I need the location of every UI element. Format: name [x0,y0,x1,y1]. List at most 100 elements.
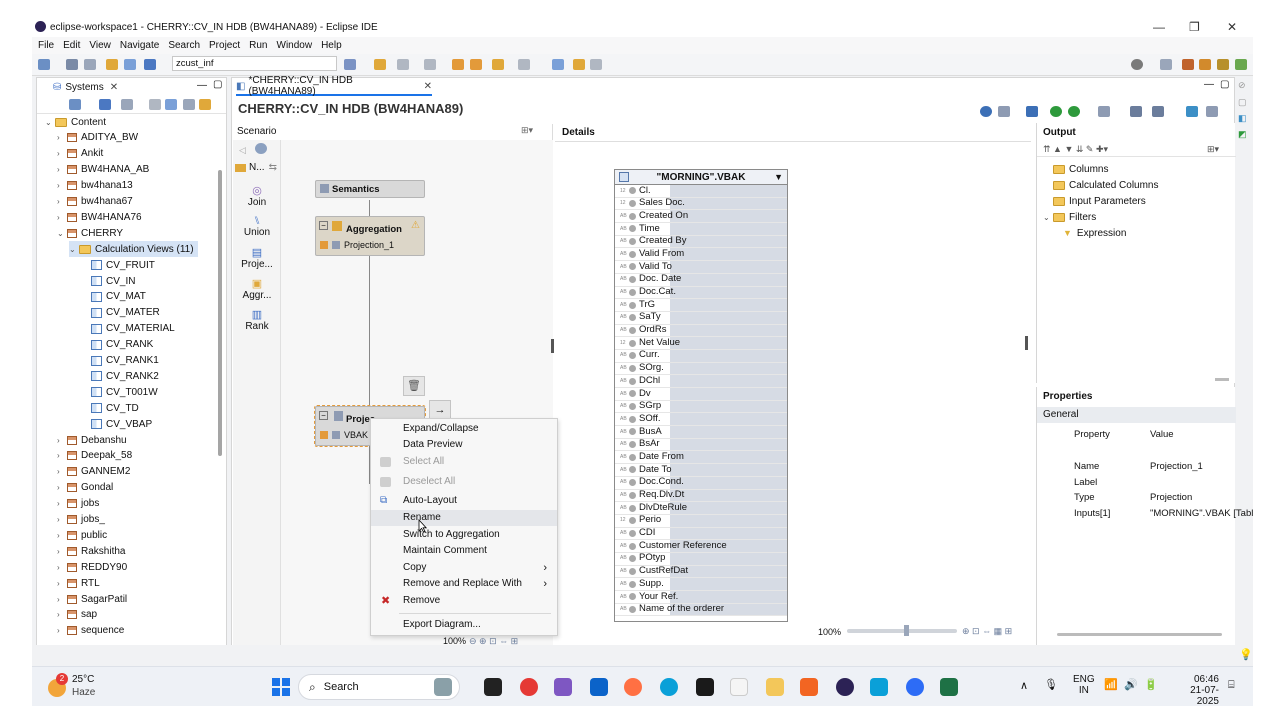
table-column-row[interactable]: 12 Net Value [615,337,787,350]
table-column-row[interactable]: AB Date From [615,451,787,465]
aggregation-node[interactable]: − Aggregation ⚠ Projection_1 [315,216,425,256]
column-toggle-icon[interactable] [629,276,636,284]
palette-back-icon[interactable]: ◁ [239,145,246,156]
close-tab-icon[interactable]: ✕ [110,82,118,93]
chart-icon[interactable] [998,106,1010,117]
minimize-button[interactable]: — [1153,20,1165,34]
column-toggle-icon[interactable] [629,364,636,372]
perspective-java-icon[interactable] [1217,59,1229,70]
tree-item[interactable]: ⌄ CHERRY [57,225,123,241]
perspective-modeler-icon[interactable] [1182,59,1194,70]
table-column-row[interactable]: AB Doc. Date [615,273,787,287]
palette-projection[interactable]: ▤ Proje... [234,246,280,270]
context-menu-item[interactable]: Remove ✖ [371,593,557,609]
column-toggle-icon[interactable] [629,263,636,271]
column-toggle-icon[interactable] [629,377,636,385]
layout-icon[interactable] [149,99,161,110]
tree-item[interactable]: CV_MATER [81,305,160,321]
editor-minimize-icon[interactable]: — [1204,79,1214,90]
column-toggle-icon[interactable] [629,517,636,525]
output-item[interactable]: ⌄ Filters [1043,209,1096,225]
globe-icon[interactable] [980,106,992,117]
clock[interactable]: 06:46 21-07-2025 [1171,674,1219,707]
tree-item[interactable]: › BW4HANA76 [57,209,142,225]
menu-view[interactable]: View [89,40,111,51]
tree-item[interactable]: CV_FRUIT [81,257,155,273]
excel-icon[interactable] [940,678,958,696]
table-column-row[interactable]: AB SGrp [615,400,787,414]
table-column-row[interactable]: AB Customer Reference [615,540,787,553]
context-menu-item[interactable]: Remove and Replace With › [371,576,557,592]
column-toggle-icon[interactable] [629,453,636,461]
tree-item[interactable]: › Ankit [57,146,103,162]
task-view-icon[interactable] [484,678,502,696]
collapsed-arrow-icon[interactable]: › [57,181,67,190]
notifications-icon[interactable]: ⌸ [1228,679,1235,692]
properties-general-tab[interactable]: General [1037,407,1236,423]
tree-item[interactable]: › public [57,527,107,543]
delete-icon[interactable]: 🗑 [403,376,425,396]
expanded-arrow-icon[interactable]: ⌄ [45,118,55,127]
collapsed-arrow-icon[interactable]: › [57,499,67,508]
microphone-icon[interactable]: 🎙 [1044,678,1058,691]
tray-chevron-icon[interactable]: ∧ [1020,679,1028,692]
palette-rank[interactable]: ▥ Rank [234,308,280,332]
column-toggle-icon[interactable] [629,580,636,588]
tree-item[interactable]: CV_MATERIAL [81,321,175,337]
column-toggle-icon[interactable] [629,352,636,360]
tree-item[interactable]: › BW4HANA_AB [57,162,149,178]
chrome-icon[interactable] [520,678,538,696]
tab-systems[interactable]: ⛁ Systems ✕ [53,78,133,96]
context-menu-item[interactable]: Rename [371,510,557,526]
collapse-all-icon[interactable] [183,99,195,110]
table-column-row[interactable]: AB CustRefDat [615,565,787,579]
column-toggle-icon[interactable] [629,187,636,195]
tree-item[interactable]: › SagarPatil [57,591,127,607]
collapsed-arrow-icon[interactable]: › [57,451,67,460]
context-menu-item[interactable]: Deselect All [371,474,557,490]
table-column-row[interactable]: 12 Sales Doc. [615,197,787,211]
column-toggle-icon[interactable] [629,339,636,347]
open-folder-icon[interactable] [374,59,386,70]
sap-logon-icon[interactable] [870,678,888,696]
column-toggle-icon[interactable] [629,466,636,474]
tree-item[interactable]: CV_IN [81,273,135,289]
palette-notes[interactable]: N... ⇆ [235,162,277,173]
refresh-icon[interactable] [124,59,136,70]
dropbox-icon[interactable] [696,678,714,696]
table-column-row[interactable]: AB OrdRs [615,324,787,338]
next-annotation-icon[interactable] [397,59,409,70]
table-column-row[interactable]: AB Curr. [615,349,787,363]
collapsed-arrow-icon[interactable]: › [57,595,67,604]
collapsed-arrow-icon[interactable]: › [57,165,67,174]
column-toggle-icon[interactable] [629,428,636,436]
table-column-row[interactable]: AB SOrg. [615,362,787,376]
column-toggle-icon[interactable] [629,529,636,537]
tree-item[interactable]: › GANNEM2 [57,464,130,480]
details-zoom-slider[interactable] [847,629,957,633]
palette-tool-icon[interactable] [255,143,267,154]
tab-cv-in-editor[interactable]: ◧ *CHERRY::CV_IN HDB (BW4HANA89) ✕ [236,75,432,97]
connect-arrow-icon[interactable]: → [429,400,451,420]
column-toggle-icon[interactable] [629,593,636,601]
column-toggle-icon[interactable] [629,225,636,233]
tree-item[interactable]: CV_RANK [81,337,153,353]
outlook-icon[interactable] [590,678,608,696]
context-menu-item[interactable]: Switch to Aggregation [371,527,557,543]
forward-icon[interactable] [518,59,530,70]
table-column-row[interactable]: AB POtyp [615,552,787,566]
tree-scrollbar[interactable] [218,170,222,456]
new-icon[interactable] [38,59,50,70]
column-toggle-icon[interactable] [629,326,636,334]
properties-scrollbar[interactable] [1057,633,1222,636]
export-icon[interactable] [1186,106,1198,117]
palette-join[interactable]: ◎ Join [234,184,280,208]
scenario-splitter[interactable] [551,339,554,353]
property-row[interactable]: Type Projection [1070,490,1253,505]
collapsed-arrow-icon[interactable]: › [57,547,67,556]
output-item[interactable]: Columns [1053,161,1108,177]
collapsed-arrow-icon[interactable]: › [57,149,67,158]
prev-annotation-icon[interactable] [424,59,436,70]
layout-view-icon[interactable] [1152,106,1164,117]
table-column-row[interactable]: AB Time [615,223,787,236]
